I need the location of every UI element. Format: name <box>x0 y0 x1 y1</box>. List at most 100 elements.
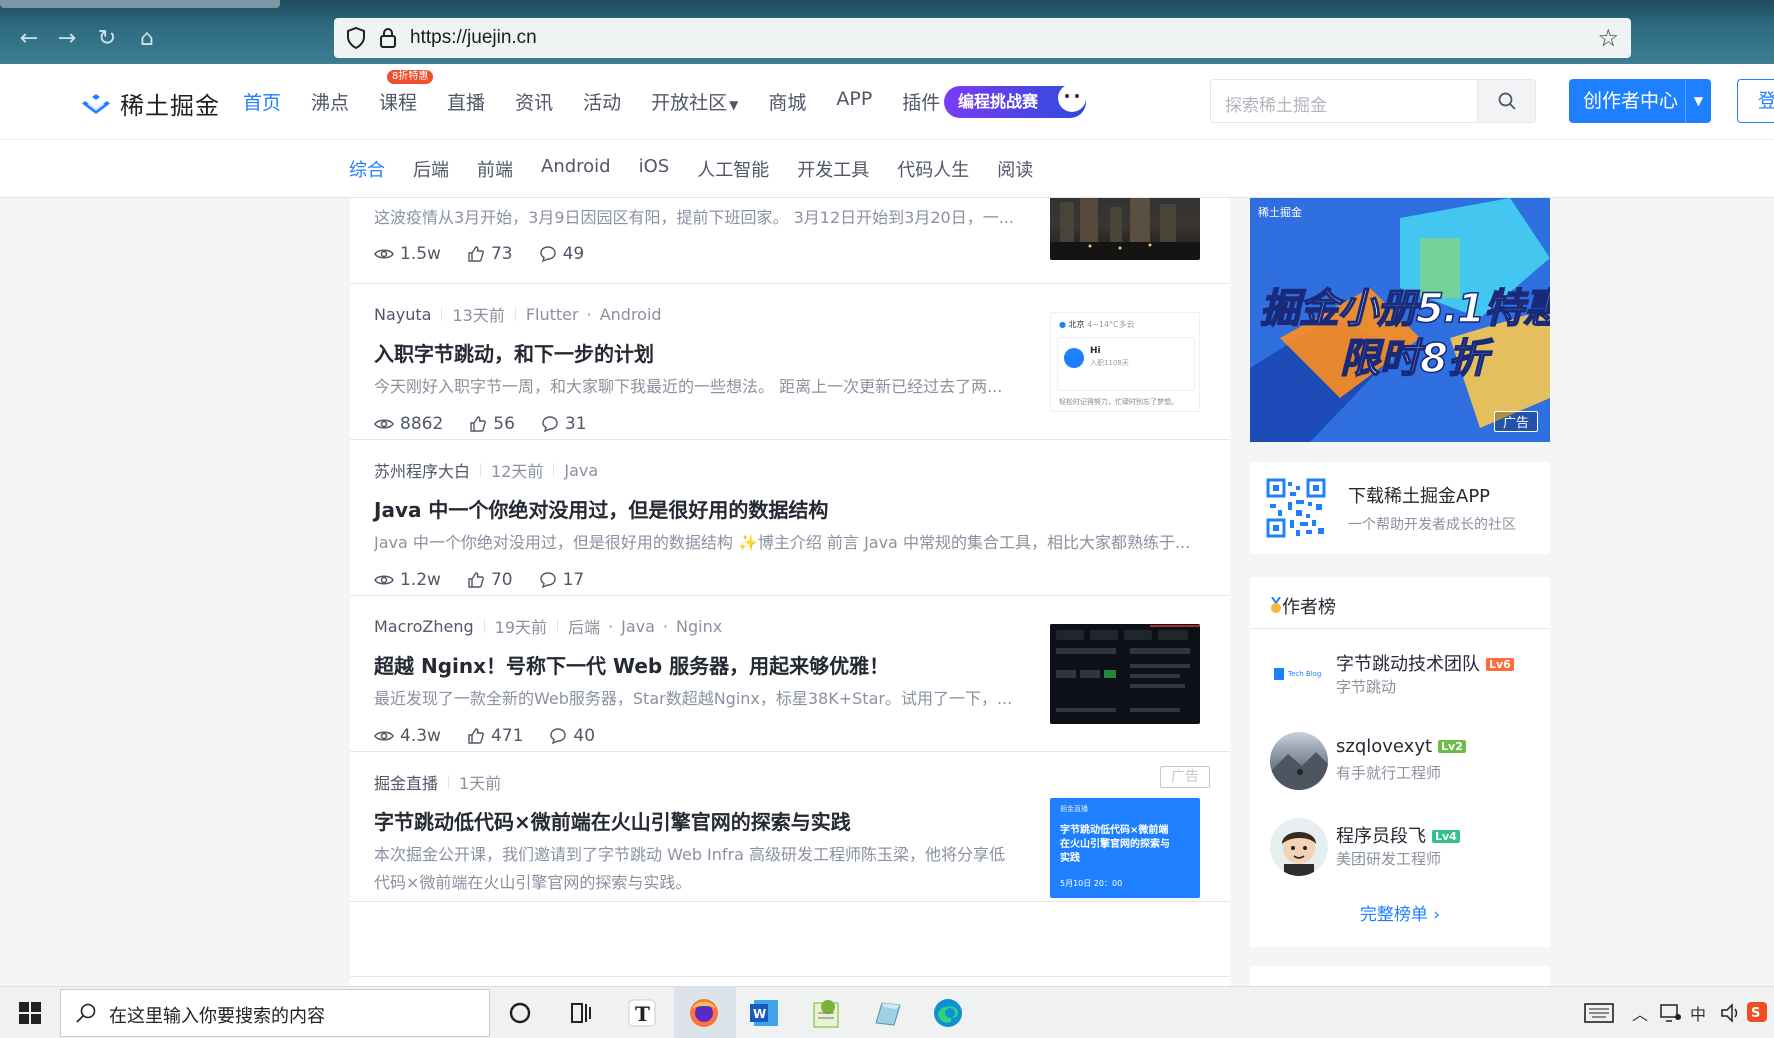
category-tab[interactable]: 开发工具 <box>797 156 869 182</box>
author-row[interactable]: szqlovexyt Lv2 有手就行工程师 <box>1270 732 1540 790</box>
tag[interactable]: Java <box>621 617 655 636</box>
category-tab[interactable]: 阅读 <box>997 156 1033 182</box>
login-button[interactable]: 登 <box>1737 79 1774 123</box>
article-entry[interactable]: 掘金直播 1天前 广告 字节跳动低代码×微前端在火山引擎官网的探索与实践 本次掘… <box>350 752 1230 902</box>
article-entry[interactable]: Nayuta 13天前 Flutter · Android 入职字节跳动，和下一步… <box>350 284 1230 440</box>
article-title[interactable]: Java 中一个你绝对没用过，但是很好用的数据结构 <box>374 494 828 523</box>
article-thumbnail[interactable] <box>1050 624 1200 724</box>
cortana-icon[interactable] <box>502 995 538 1031</box>
logo[interactable]: 稀土掘金 <box>80 86 220 121</box>
article-abstract[interactable]: 这波疫情从3月开始，3月9日因园区有阳，提前下班回家。 3月12日开始到3月20… <box>374 204 1014 232</box>
site-search[interactable]: 探索稀土掘金 <box>1210 79 1536 123</box>
author-row[interactable]: 程序员段飞 Lv4 美团研发工程师 <box>1270 818 1540 876</box>
author-name[interactable]: Nayuta <box>374 305 431 324</box>
nav-home[interactable]: 首页 <box>243 88 281 115</box>
nav-app[interactable]: APP <box>836 88 872 115</box>
article-entry[interactable]: MacroZheng 19天前 后端 · Java · Nginx 超越 Nginx… <box>350 596 1230 752</box>
nav-news[interactable]: 资讯 <box>515 88 553 115</box>
word-icon[interactable]: W <box>746 995 782 1031</box>
author-name[interactable]: szqlovexyt Lv2 <box>1336 736 1466 757</box>
full-ranking-link[interactable]: 完整榜单 › <box>1250 900 1550 925</box>
home-icon[interactable]: ⌂ <box>134 26 160 52</box>
tag[interactable]: 后端 <box>568 614 600 638</box>
url-text[interactable]: https://juejin.cn <box>410 27 537 49</box>
ime-indicator[interactable]: 中 <box>1690 1001 1706 1025</box>
creator-dropdown-icon[interactable]: ▼ <box>1685 79 1711 123</box>
search-input[interactable]: 探索稀土掘金 <box>1225 91 1327 116</box>
article-entry[interactable]: 这波疫情从3月开始，3月9日因园区有阳，提前下班回家。 3月12日开始到3月20… <box>350 198 1230 284</box>
edge-icon[interactable] <box>930 995 966 1031</box>
nav-live[interactable]: 直播 <box>447 88 485 115</box>
comment-button[interactable]: 40 <box>549 726 595 746</box>
avatar[interactable]: Tech Blog <box>1270 646 1328 704</box>
nav-pins[interactable]: 沸点 <box>311 88 349 115</box>
category-tab[interactable]: iOS <box>639 156 670 182</box>
category-tab[interactable]: 代码人生 <box>897 156 969 182</box>
tag[interactable]: Flutter <box>526 305 579 324</box>
article-abstract[interactable]: 本次掘金公开课，我们邀请到了字节跳动 Web Infra 高级研发工程师陈玉梁，… <box>374 841 1014 897</box>
keyboard-icon[interactable] <box>1584 1003 1614 1023</box>
author-name[interactable]: 苏州程序大白 <box>374 458 470 482</box>
forward-icon[interactable]: → <box>54 26 80 52</box>
coding-challenge-button[interactable]: 编程挑战赛 <box>944 80 1086 118</box>
category-tab[interactable]: 人工智能 <box>697 156 769 182</box>
article-abstract[interactable]: Java 中一个你绝对没用过，但是很好用的数据结构 ✨博主介绍 前言 Java … <box>374 529 1194 557</box>
windows-start-icon[interactable] <box>18 1001 42 1025</box>
promo-banner[interactable]: 稀土掘金 掘金小册5.1特惠 限时8折 广告 <box>1250 198 1550 442</box>
article-title[interactable]: 入职字节跳动，和下一步的计划 <box>374 338 654 367</box>
lock-icon[interactable] <box>376 26 400 50</box>
article-abstract[interactable]: 最近发现了一款全新的Web服务器，Star数超越Nginx，标星38K+Star… <box>374 685 1014 713</box>
like-button[interactable]: 471 <box>467 726 523 746</box>
notepad-plus-icon[interactable] <box>808 995 844 1031</box>
like-button[interactable]: 73 <box>467 244 513 264</box>
category-tab[interactable]: 前端 <box>477 156 513 182</box>
comment-button[interactable]: 31 <box>541 414 587 434</box>
category-tab[interactable]: Android <box>541 156 611 182</box>
article-thumbnail[interactable]: ● 北京 4~14°C多云 Hi 入职1108天 轻松时记得努力，忙碌时别忘了梦… <box>1050 312 1200 412</box>
typora-icon[interactable]: T <box>624 995 660 1031</box>
category-tab[interactable]: 综合 <box>349 156 385 182</box>
taskbar-search[interactable]: 在这里输入你要搜索的内容 <box>60 989 490 1037</box>
app-download-card[interactable]: 下载稀土掘金APP 一个帮助开发者成长的社区 <box>1250 462 1550 554</box>
article-entry[interactable]: 苏州程序大白 12天前 Java Java 中一个你绝对没用过，但是很好用的数据… <box>350 440 1230 596</box>
article-thumbnail[interactable]: 字节跳动低代码×微前端在火山引擎官网的探索与实践 5月10日 20：00 掘金直… <box>1050 798 1200 898</box>
tag[interactable]: Nginx <box>676 617 722 636</box>
author-row[interactable]: Tech Blog 字节跳动技术团队 Lv6 字节跳动 <box>1270 646 1540 704</box>
nav-plugin[interactable]: 插件 <box>902 88 940 115</box>
app-icon[interactable] <box>870 995 906 1031</box>
article-title[interactable]: 字节跳动低代码×微前端在火山引擎官网的探索与实践 <box>374 806 851 835</box>
speaker-icon[interactable] <box>1720 1003 1742 1023</box>
avatar[interactable] <box>1270 732 1328 790</box>
nav-course[interactable]: 8折特惠 课程 <box>379 70 434 115</box>
sogou-ime-icon[interactable]: S <box>1746 1001 1768 1023</box>
tag[interactable]: Android <box>600 305 662 324</box>
bookmark-star-icon[interactable]: ☆ <box>1597 24 1619 52</box>
address-bar[interactable]: https://juejin.cn ☆ <box>334 18 1631 58</box>
creator-center-button[interactable]: 创作者中心 ▼ <box>1569 79 1711 123</box>
back-icon[interactable]: ← <box>16 26 42 52</box>
nav-events[interactable]: 活动 <box>583 88 621 115</box>
author-name[interactable]: 字节跳动技术团队 Lv6 <box>1336 650 1514 676</box>
taskbar-search-input[interactable]: 在这里输入你要搜索的内容 <box>109 1002 325 1028</box>
like-button[interactable]: 70 <box>467 570 513 590</box>
nav-store[interactable]: 商城 <box>768 88 806 115</box>
firefox-icon[interactable] <box>686 995 722 1031</box>
comment-button[interactable]: 49 <box>539 244 584 264</box>
article-thumbnail[interactable] <box>1050 198 1200 260</box>
avatar[interactable] <box>1270 818 1328 876</box>
shield-icon[interactable] <box>344 26 368 50</box>
like-button[interactable]: 56 <box>469 414 515 434</box>
category-tab[interactable]: 后端 <box>413 156 449 182</box>
network-icon[interactable] <box>1660 1003 1682 1023</box>
author-name[interactable]: 掘金直播 <box>374 770 438 794</box>
article-title[interactable]: 超越 Nginx！号称下一代 Web 服务器，用起来够优雅！ <box>374 650 889 679</box>
reload-icon[interactable]: ↻ <box>94 26 120 52</box>
author-name[interactable]: 程序员段飞 Lv4 <box>1336 822 1460 848</box>
tag[interactable]: Java <box>564 461 598 480</box>
comment-button[interactable]: 17 <box>539 570 584 590</box>
author-name[interactable]: MacroZheng <box>374 617 474 636</box>
nav-open-community[interactable]: 开放社区 ▼ <box>651 88 738 115</box>
search-button[interactable] <box>1477 80 1535 122</box>
article-abstract[interactable]: 今天刚好入职字节一周，和大家聊下我最近的一些想法。 距离上一次更新已经过去了两.… <box>374 373 1014 401</box>
task-view-icon[interactable] <box>562 995 598 1031</box>
